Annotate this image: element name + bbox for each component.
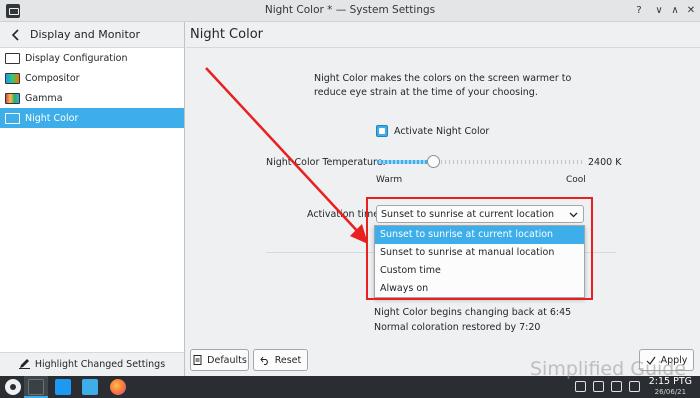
warm-label: Warm — [376, 175, 403, 185]
close-icon[interactable]: ✕ — [683, 3, 699, 19]
sidebar-item-label: Night Color — [25, 112, 79, 124]
sidebar: Display and Monitor Display Configuratio… — [0, 22, 185, 376]
system-settings-task-icon[interactable] — [28, 379, 44, 395]
slider-fill — [377, 160, 433, 164]
sidebar-category-title: Display and Monitor — [30, 28, 141, 41]
sidebar-item-compositor[interactable]: Compositor — [0, 68, 184, 88]
firefox-icon[interactable] — [110, 379, 126, 395]
sidebar-item-display-configuration[interactable]: Display Configuration — [0, 48, 184, 68]
slider-handle[interactable] — [426, 155, 440, 168]
display-icon — [5, 52, 20, 64]
cool-label: Cool — [566, 175, 586, 185]
minimize-icon[interactable]: ∨ — [651, 3, 667, 19]
sidebar-header: Display and Monitor — [0, 22, 184, 48]
sidebar-item-label: Gamma — [25, 92, 63, 104]
bluetooth-icon[interactable] — [611, 381, 622, 392]
help-icon[interactable]: ? — [631, 3, 647, 19]
defaults-button[interactable]: Defaults — [190, 349, 249, 371]
file-manager-icon[interactable] — [82, 379, 98, 395]
system-tray — [575, 381, 640, 392]
night-color-icon — [5, 112, 20, 124]
sidebar-item-label: Display Configuration — [25, 52, 128, 64]
discover-store-icon[interactable] — [55, 379, 71, 395]
info-begin-text: Night Color begins changing back at 6:45 — [374, 307, 572, 318]
network-icon[interactable] — [629, 381, 640, 392]
temperature-value: 2400 K — [588, 157, 622, 168]
sidebar-item-night-color[interactable]: Night Color — [0, 108, 184, 128]
temperature-label: Night Color Temperature: — [266, 157, 386, 168]
sidebar-item-gamma[interactable]: Gamma — [0, 88, 184, 108]
checkbox-checked-icon[interactable] — [376, 125, 388, 137]
clock[interactable]: 2:15 PTG 26/06/21 — [649, 377, 692, 397]
highlight-changed-settings-button[interactable]: Highlight Changed Settings — [0, 352, 184, 376]
pen-icon — [18, 358, 30, 372]
document-icon — [192, 355, 202, 365]
watermark-text: Simplified Guide — [530, 358, 687, 380]
activate-night-color-label: Activate Night Color — [394, 125, 490, 137]
description-text: Night Color makes the colors on the scre… — [314, 73, 572, 98]
info-restore-text: Normal coloration restored by 7:20 — [374, 322, 541, 333]
gamma-icon — [5, 92, 20, 104]
compositor-icon — [5, 72, 20, 84]
undo-icon — [260, 355, 270, 365]
reset-button[interactable]: Reset — [253, 349, 308, 371]
highlight-annotation-box — [366, 197, 593, 300]
title-bar: Night Color * — System Settings ? ∨ ∧ ✕ — [0, 0, 700, 22]
clipboard-icon[interactable] — [575, 381, 586, 392]
page-title: Night Color — [186, 22, 700, 48]
clock-date: 26/06/21 — [654, 388, 687, 396]
temperature-slider[interactable] — [377, 155, 583, 168]
maximize-icon[interactable]: ∧ — [667, 3, 683, 19]
sidebar-item-label: Compositor — [25, 72, 80, 84]
main-panel: Night Color Night Color makes the colors… — [186, 22, 700, 376]
window-title: Night Color * — System Settings — [264, 4, 436, 16]
reset-label: Reset — [274, 354, 302, 366]
application-launcher-icon[interactable] — [5, 379, 21, 395]
defaults-label: Defaults — [207, 354, 247, 366]
highlight-changed-settings-label: Highlight Changed Settings — [34, 359, 166, 370]
activate-night-color-checkbox[interactable]: Activate Night Color — [376, 125, 489, 137]
back-arrow-icon[interactable] — [8, 27, 24, 43]
volume-icon[interactable] — [593, 381, 604, 392]
